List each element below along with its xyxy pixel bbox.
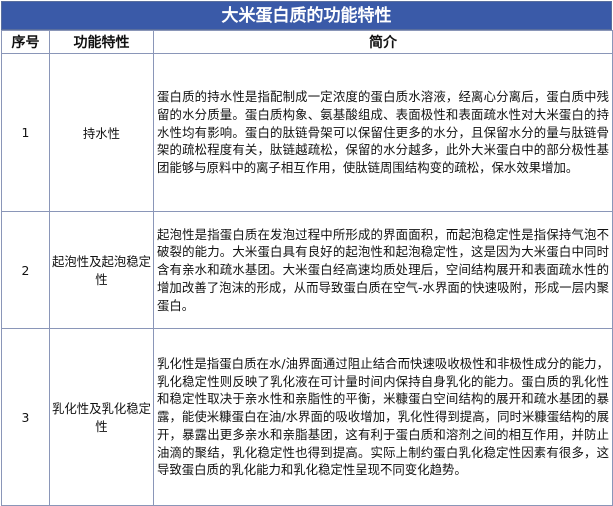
- table-row: 3 乳化性及乳化稳定性 乳化性是指蛋白质在水/油界面通过阻止结合而快速吸收极性和…: [1, 328, 613, 506]
- header-property: 功能特性: [49, 30, 154, 54]
- row-description: 乳化性是指蛋白质在水/油界面通过阻止结合而快速吸收极性和非极性成分的能力，乳化稳…: [153, 328, 613, 506]
- header-index: 序号: [1, 30, 50, 54]
- row-description: 蛋白质的持水性是指配制成一定浓度的蛋白质水溶液，经离心分离后，蛋白质中残留的水分…: [153, 53, 613, 212]
- header-description: 简介: [153, 30, 613, 54]
- table-row: 2 起泡性及起泡稳定性 起泡性是指蛋白质在发泡过程中所形成的界面面积，而起泡稳定…: [1, 211, 613, 329]
- row-property: 乳化性及乳化稳定性: [49, 328, 154, 506]
- table-row: 1 持水性 蛋白质的持水性是指配制成一定浓度的蛋白质水溶液，经离心分离后，蛋白质…: [1, 53, 613, 212]
- document: 大米蛋白质的功能特性 序号 功能特性 简介 1 持水性 蛋白质的持水性是指配制成…: [1, 1, 613, 506]
- table-title: 大米蛋白质的功能特性: [1, 1, 612, 30]
- row-description: 起泡性是指蛋白质在发泡过程中所形成的界面面积，而起泡稳定性是指保持气泡不破裂的能…: [153, 211, 613, 329]
- row-index: 2: [1, 211, 50, 329]
- row-property: 起泡性及起泡稳定性: [49, 211, 154, 329]
- row-property: 持水性: [49, 53, 154, 212]
- row-index: 1: [1, 53, 50, 212]
- header-row: 序号 功能特性 简介: [1, 30, 613, 54]
- row-index: 3: [1, 328, 50, 506]
- feature-table: 序号 功能特性 简介 1 持水性 蛋白质的持水性是指配制成一定浓度的蛋白质水溶液…: [1, 30, 613, 506]
